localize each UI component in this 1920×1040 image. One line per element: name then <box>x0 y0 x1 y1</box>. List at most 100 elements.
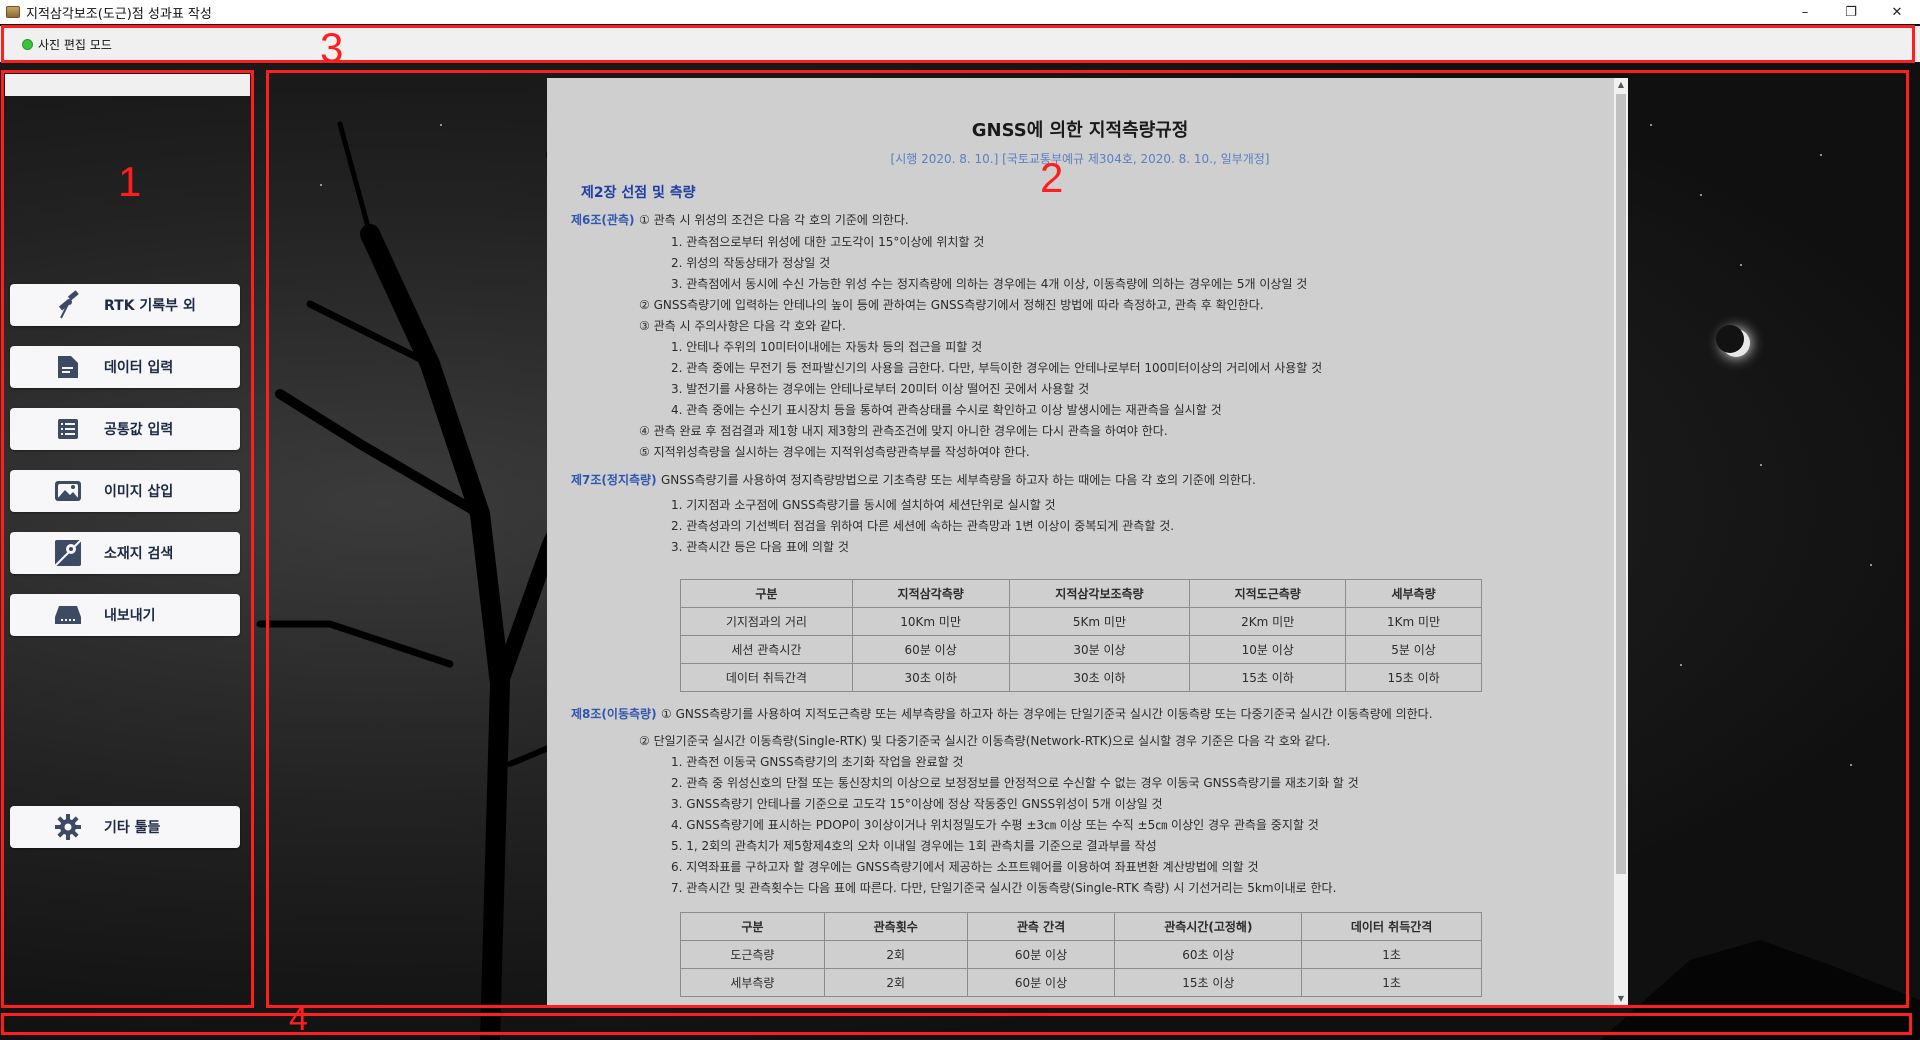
annotation-number: 2 <box>1040 154 1064 201</box>
table-cell: 30분 이상 <box>1008 635 1191 664</box>
table-header-cell: 구분 <box>680 579 853 608</box>
table-cell: 30초 이하 <box>851 663 1010 692</box>
article-8-line: 3. GNSS측량기 안테나를 기준으로 고도각 15°이상에 정상 작동중인 … <box>671 797 1163 811</box>
location-search-button[interactable]: 소재지 검색 <box>10 532 240 574</box>
article-8-line: ② 단일기준국 실시간 이동측량(Single-RTK) 및 다중기준국 실시간… <box>639 734 1331 748</box>
restore-button[interactable]: ❐ <box>1828 0 1874 24</box>
article-6-line: 3. 발전기를 사용하는 경우에는 안테나로부터 20미터 이상 떨어진 곳에서… <box>671 382 1090 396</box>
table-header-cell: 지적도근측량 <box>1189 579 1347 608</box>
table-cell: 60분 이상 <box>851 635 1010 664</box>
article-6-line: ③ 관측 시 주의사항은 다음 각 호와 같다. <box>639 319 846 333</box>
mobile-survey-table: 구분 관측횟수 관측 간격 관측시간(고정해) 데이터 취득간격 도근측량 2회… <box>680 912 1482 997</box>
table-cell: 15초 이하 <box>1345 663 1482 692</box>
article-7-line: 3. 관측시간 등은 다음 표에 의할 것 <box>671 540 849 554</box>
article-6-line: ④ 관측 완료 후 점검결과 제1항 내지 제3항의 관측조건에 맞지 아니한 … <box>639 424 1168 438</box>
article-8-line: 5. 1, 2회의 관측치가 제5항제4호의 오차 이내일 경우에는 1회 관측… <box>671 839 1157 853</box>
article-8-line: 4. GNSS측량기에 표시하는 PDOP이 3이상이거나 위치정밀도가 수평 … <box>671 818 1319 832</box>
annotation-number: 3 <box>320 24 344 71</box>
table-row: 데이터 취득간격 30초 이하 30초 이하 15초 이하 15초 이하 <box>680 663 1482 692</box>
table-cell: 기지점과의 거리 <box>680 607 853 636</box>
table-header-cell: 관측시간(고정해) <box>1114 912 1303 941</box>
sidebar: RTK 기록부 외 데이터 입력 공통값 입력 이미지 삽입 소재지 검색 내보… <box>0 70 255 1010</box>
scroll-up-icon[interactable]: ▲ <box>1614 78 1628 92</box>
article-6-line: ⑤ 지적위성측량을 실시하는 경우에는 지적위성측량관측부를 작성하여야 한다. <box>639 445 1030 459</box>
doc-subtitle: [시행 2020. 8. 10.] [국토교통부예규 제304호, 2020. … <box>890 152 1270 166</box>
document-viewer[interactable]: GNSS에 의한 지적측량규정 [시행 2020. 8. 10.] [국토교통부… <box>547 78 1626 1006</box>
table-cell: 2Km 미만 <box>1189 607 1347 636</box>
table-cell: 10분 이상 <box>1189 635 1347 664</box>
rtk-record-label: RTK 기록부 외 <box>104 298 196 314</box>
table-cell: 1초 <box>1301 968 1482 997</box>
other-tools-button[interactable]: 기타 툴들 <box>10 806 240 848</box>
doc-title: GNSS에 의한 지적측량규정 <box>971 120 1189 141</box>
table-header-cell: 지적삼각보조측량 <box>1008 579 1191 608</box>
article-6-line: 3. 관측점에서 동시에 수신 가능한 위성 수는 정지측량에 의하는 경우에는… <box>671 277 1308 291</box>
scroll-down-icon[interactable]: ▼ <box>1614 992 1628 1006</box>
image-insert-button[interactable]: 이미지 삽입 <box>10 470 240 512</box>
article-6-line: 2. 관측 중에는 무전기 등 전파발신기의 사용을 금한다. 다만, 부득이한… <box>671 361 1323 375</box>
data-input-label: 데이터 입력 <box>104 360 174 376</box>
table-cell: 60분 이상 <box>966 940 1116 969</box>
minimize-button[interactable]: – <box>1782 0 1828 24</box>
article-6-line: 4. 관측 중에는 수신기 표시장치 등을 통하여 관측상태를 수시로 확인하고… <box>671 403 1222 417</box>
data-input-button[interactable]: 데이터 입력 <box>10 346 240 388</box>
article-6-line: 1. 관측점으로부터 위성에 대한 고도각이 15°이상에 위치할 것 <box>671 235 985 249</box>
table-header-cell: 지적삼각측량 <box>851 579 1010 608</box>
other-tools-label: 기타 툴들 <box>104 820 161 836</box>
location-search-label: 소재지 검색 <box>104 546 174 562</box>
table-cell: 5분 이상 <box>1345 635 1482 664</box>
gear-icon <box>52 811 84 843</box>
table-row: 세부측량 2회 60분 이상 15초 이상 1초 <box>680 968 1482 997</box>
scroll-thumb[interactable] <box>1616 94 1626 874</box>
hill-silhouette-icon <box>1600 940 1920 1040</box>
image-insert-label: 이미지 삽입 <box>104 484 174 500</box>
common-value-input-button[interactable]: 공통값 입력 <box>10 408 240 450</box>
mode-status-icon[interactable] <box>22 38 33 50</box>
table-cell: 데이터 취득간격 <box>680 663 853 692</box>
sidebar-header <box>5 74 250 96</box>
article-8-line: 2. 관측 중 위성신호의 단절 또는 통신장치의 이상으로 보정정보를 안정적… <box>671 776 1359 790</box>
table-cell: 15초 이하 <box>1189 663 1347 692</box>
doc-chapter: 제2장 선점 및 측량 <box>581 185 696 201</box>
observation-time-table: 구분 지적삼각측량 지적삼각보조측량 지적도근측량 세부측량 기지점과의 거리 … <box>680 579 1482 692</box>
annotation-number: 4 <box>289 1000 308 1038</box>
table-cell: 60분 이상 <box>966 968 1116 997</box>
annotation-number: 1 <box>118 158 142 205</box>
window-controls: – ❐ ✕ <box>1782 0 1920 24</box>
mode-label[interactable]: 사진 편집 모드 <box>38 36 112 53</box>
title-bar: 지적삼각보조(도근)점 성과표 작성 – ❐ ✕ <box>0 0 1920 24</box>
table-cell: 2회 <box>823 968 968 997</box>
article-7-line: 1. 기지점과 소구점에 GNSS측량기를 동시에 설치하여 세션단위로 실시할… <box>671 498 1056 512</box>
satellite-icon <box>52 289 84 321</box>
article-7-line: GNSS측량기를 사용하여 정지측량방법으로 기초측량 또는 세부측량을 하고자… <box>661 473 1256 487</box>
article-7-heading: 제7조(정지측량) <box>571 473 657 487</box>
export-button[interactable]: 내보내기 <box>10 594 240 636</box>
table-header-row: 구분 관측횟수 관측 간격 관측시간(고정해) 데이터 취득간격 <box>680 912 1482 941</box>
article-6-line: 2. 위성의 작동상태가 정상일 것 <box>671 256 831 270</box>
article-6-line: 1. 안테나 주위의 10미터이내에는 자동차 등의 접근을 피할 것 <box>671 340 983 354</box>
table-cell: 2회 <box>823 940 968 969</box>
table-row: 기지점과의 거리 10Km 미만 5Km 미만 2Km 미만 1Km 미만 <box>680 607 1482 636</box>
export-label: 내보내기 <box>104 608 156 624</box>
rtk-record-button[interactable]: RTK 기록부 외 <box>10 284 240 326</box>
table-cell: 세션 관측시간 <box>680 635 853 664</box>
table-header-cell: 관측 간격 <box>966 912 1116 941</box>
map-search-icon <box>52 537 84 569</box>
table-header-cell: 구분 <box>680 912 825 941</box>
article-6-heading: 제6조(관측) <box>571 213 635 227</box>
close-button[interactable]: ✕ <box>1874 0 1920 24</box>
table-header-cell: 데이터 취득간격 <box>1301 912 1482 941</box>
list-icon <box>52 413 84 445</box>
table-row: 세션 관측시간 60분 이상 30분 이상 10분 이상 5분 이상 <box>680 635 1482 664</box>
table-cell: 15초 이상 <box>1114 968 1303 997</box>
window-title: 지적삼각보조(도근)점 성과표 작성 <box>26 6 212 22</box>
table-cell: 30초 이하 <box>1008 663 1191 692</box>
document-scrollbar[interactable]: ▲ ▼ <box>1614 78 1628 1006</box>
common-value-input-label: 공통값 입력 <box>104 422 174 438</box>
table-header-cell: 세부측량 <box>1345 579 1482 608</box>
document-icon <box>52 351 84 383</box>
table-cell: 60초 이상 <box>1114 940 1303 969</box>
article-7-line: 2. 관측성과의 기선벡터 점검을 위하여 다른 세션에 속하는 관측망과 1변… <box>671 519 1175 533</box>
article-6-line: ② GNSS측량기에 입력하는 안테나의 높이 등에 관하여는 GNSS측량기에… <box>639 298 1264 312</box>
table-cell: 1초 <box>1301 940 1482 969</box>
